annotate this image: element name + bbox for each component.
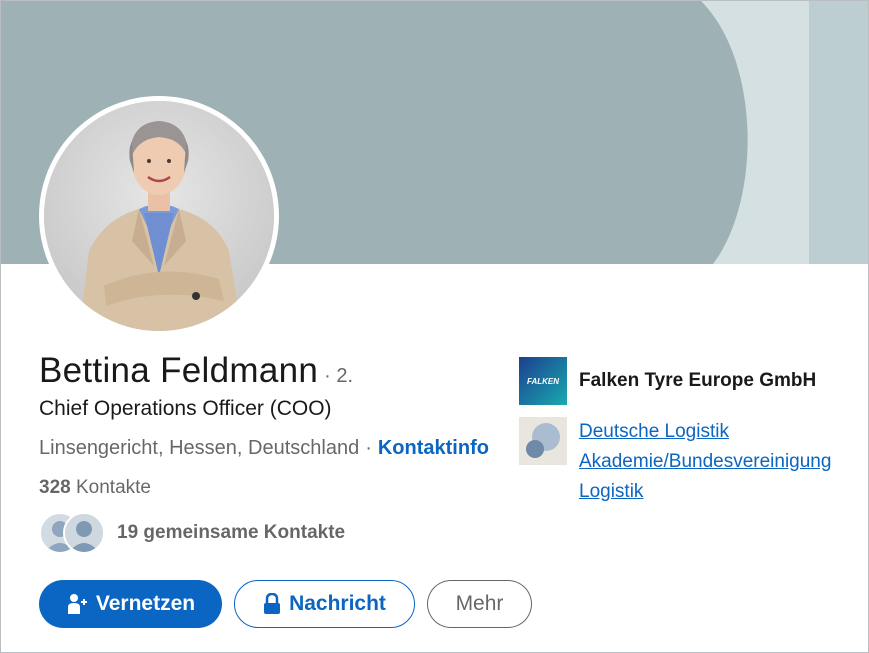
- profile-name: Bettina Feldmann: [39, 351, 319, 390]
- message-button[interactable]: Nachricht: [234, 580, 415, 628]
- organizations-list: FALKEN Falken Tyre Europe GmbH Deutsche …: [519, 357, 868, 519]
- location-separator: ·: [365, 437, 372, 459]
- connections-count[interactable]: 328 Kontakte: [39, 477, 151, 499]
- org-name-link[interactable]: Deutsche Logistik Akademie/Bundesvereini…: [579, 417, 831, 507]
- mutual-connections-label: 19 gemeinsame Kontakte: [117, 522, 346, 543]
- svg-text:FALKEN: FALKEN: [527, 377, 559, 386]
- message-button-label: Nachricht: [289, 592, 386, 615]
- connections-label: Kontakte: [75, 477, 151, 498]
- more-button-label: Mehr: [455, 592, 504, 615]
- profile-photo-image: [44, 101, 274, 331]
- name-row: Bettina Feldmann · 2.: [39, 351, 353, 391]
- profile-card: Bettina Feldmann · 2. Chief Operations O…: [0, 0, 869, 653]
- contact-info-link[interactable]: Kontaktinfo: [378, 437, 489, 460]
- connect-button-label: Vernetzen: [95, 592, 196, 615]
- mutual-avatars: [39, 512, 107, 554]
- falken-logo: FALKEN: [519, 357, 567, 405]
- profile-location: Linsengericht, Hessen, Deutschland: [39, 437, 360, 459]
- profile-headline: Chief Operations Officer (COO): [39, 397, 332, 420]
- org-item-dla[interactable]: Deutsche Logistik Akademie/Bundesvereini…: [519, 417, 868, 507]
- add-person-icon: [67, 594, 87, 614]
- org-name-line: Akademie/Bundesvereinigung: [579, 451, 832, 472]
- avatar: [63, 512, 105, 554]
- organization-placeholder-icon: [519, 417, 567, 465]
- org-item-falken[interactable]: FALKEN Falken Tyre Europe GmbH: [519, 357, 868, 405]
- location-row: Linsengericht, Hessen, Deutschland · Kon…: [39, 437, 489, 460]
- profile-actions: Vernetzen Nachricht Mehr: [39, 580, 532, 628]
- connection-degree: · 2.: [324, 365, 354, 387]
- profile-photo[interactable]: [39, 96, 279, 336]
- org-name-line: Deutsche Logistik: [579, 421, 729, 442]
- lock-icon: [264, 593, 281, 614]
- more-button[interactable]: Mehr: [427, 580, 532, 628]
- connect-button[interactable]: Vernetzen: [39, 580, 222, 628]
- org-name: Falken Tyre Europe GmbH: [579, 370, 817, 391]
- org-name-line: Logistik: [579, 481, 644, 502]
- connections-number: 328: [39, 477, 71, 498]
- mutual-connections[interactable]: 19 gemeinsame Kontakte: [39, 512, 345, 554]
